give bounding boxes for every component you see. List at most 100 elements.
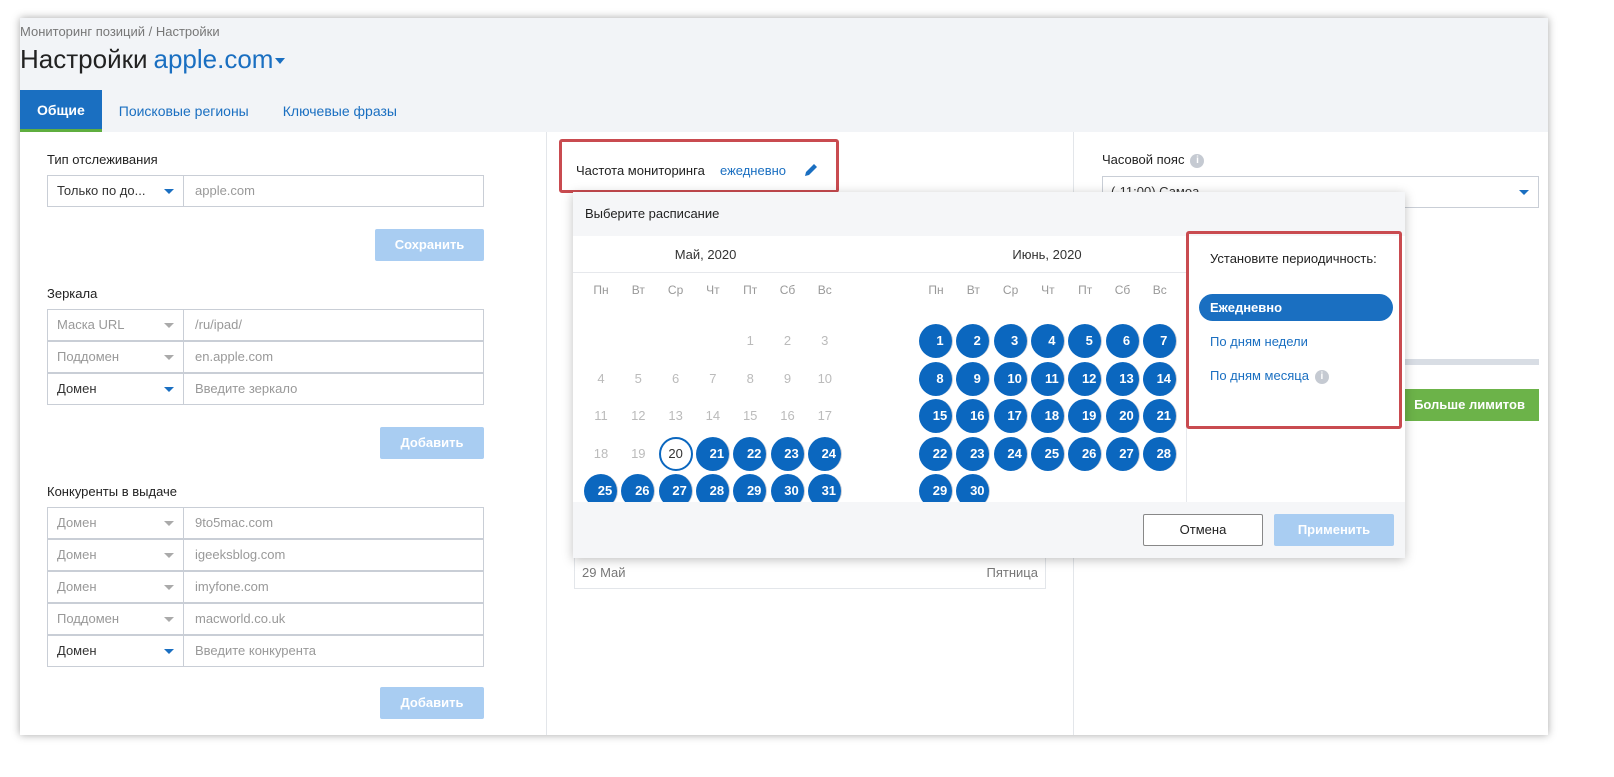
calendar-day[interactable]: 12 xyxy=(1068,361,1103,396)
calendar-day[interactable]: 21 xyxy=(695,436,730,471)
calendar-day[interactable]: 10 xyxy=(808,362,842,396)
calendar-day[interactable]: 22 xyxy=(733,436,768,471)
competitor-input[interactable]: macworld.co.uk xyxy=(184,604,483,634)
calendar-day[interactable]: 18 xyxy=(1030,399,1065,433)
calendar-day[interactable]: 14 xyxy=(696,399,730,433)
calendar-day[interactable]: 3 xyxy=(993,324,1028,358)
calendar-day[interactable]: 8 xyxy=(919,361,953,396)
add-mirror-button[interactable]: Добавить xyxy=(380,427,484,459)
calendar-day[interactable]: 27 xyxy=(1105,436,1140,471)
competitor-type-select[interactable]: Домен xyxy=(48,572,184,602)
competitor-input[interactable]: igeeksblog.com xyxy=(184,540,483,570)
competitor-type-select[interactable]: Поддомен xyxy=(48,604,184,634)
calendar-day[interactable]: 26 xyxy=(1068,436,1103,471)
competitor-type-select[interactable]: Домен xyxy=(48,540,184,570)
info-icon[interactable]: i xyxy=(1314,369,1329,384)
tab-general[interactable]: Общие xyxy=(20,90,102,132)
competitor-input[interactable]: 9to5mac.com xyxy=(184,508,483,538)
weekday-label: Вс xyxy=(1152,283,1167,297)
competitors-label: Конкуренты в выдаче xyxy=(47,484,178,499)
calendar-day[interactable]: 16 xyxy=(771,399,805,433)
frequency-value[interactable]: ежедневно xyxy=(720,163,786,178)
chevron-down-icon xyxy=(164,189,174,194)
calendar-day[interactable]: 4 xyxy=(1030,324,1065,358)
calendar-day[interactable]: 3 xyxy=(808,324,842,358)
calendar-day[interactable]: 5 xyxy=(1068,324,1103,358)
calendar-day[interactable]: 15 xyxy=(919,399,953,433)
calendar-day[interactable]: 22 xyxy=(919,436,953,471)
pencil-icon[interactable] xyxy=(803,162,819,178)
domain-switcher[interactable]: apple.com xyxy=(154,44,274,74)
calendar-day[interactable]: 20 xyxy=(658,436,693,471)
calendar-day[interactable]: 18 xyxy=(584,437,618,471)
calendar-day[interactable]: 4 xyxy=(584,362,618,396)
calendar-day[interactable]: 7 xyxy=(696,362,730,396)
calendar-day[interactable]: 6 xyxy=(659,362,693,396)
add-competitor-button[interactable]: Добавить xyxy=(380,687,484,719)
competitor-row: Поддомен macworld.co.uk xyxy=(47,603,484,635)
calendar-day[interactable]: 12 xyxy=(621,399,655,433)
calendar-day[interactable]: 13 xyxy=(659,399,693,433)
chevron-down-icon xyxy=(164,323,174,328)
calendar-day[interactable]: 1 xyxy=(919,324,953,358)
mirror-type-select[interactable]: Поддомен xyxy=(48,342,184,372)
calendar-day[interactable]: 17 xyxy=(808,399,842,433)
preview-date: 29 Май xyxy=(582,565,626,580)
competitor-input[interactable]: Введите конкурента xyxy=(184,636,483,666)
calendar-day[interactable]: 13 xyxy=(1105,361,1140,396)
calendar-day[interactable]: 24 xyxy=(807,436,842,471)
calendar-day[interactable]: 19 xyxy=(621,437,655,471)
calendar-day[interactable]: 2 xyxy=(956,324,991,358)
calendar-day[interactable]: 14 xyxy=(1142,361,1177,396)
calendar-day[interactable]: 21 xyxy=(1142,399,1177,433)
calendar-day[interactable]: 24 xyxy=(993,436,1028,471)
mirror-type-select[interactable]: Маска URL xyxy=(48,310,184,340)
period-option-weekdays[interactable]: По дням недели xyxy=(1199,328,1393,355)
calendar-day[interactable]: 20 xyxy=(1105,399,1140,433)
calendar-day[interactable]: 19 xyxy=(1068,399,1103,433)
competitor-type-select[interactable]: Домен xyxy=(48,508,184,538)
tab-search-regions[interactable]: Поисковые регионы xyxy=(102,90,266,132)
calendar-day[interactable]: 7 xyxy=(1142,324,1177,358)
weekday-label: Пт xyxy=(1078,283,1093,297)
calendar-day[interactable]: 10 xyxy=(993,361,1028,396)
more-limits-button[interactable]: Больше лимитов xyxy=(1400,389,1539,421)
calendar-day[interactable]: 28 xyxy=(1142,436,1177,471)
competitor-input[interactable]: imyfone.com xyxy=(184,572,483,602)
period-option-monthdays[interactable]: По дням месяца i xyxy=(1199,362,1393,389)
breadcrumb[interactable]: Мониторинг позиций / Настройки xyxy=(20,24,220,39)
mirror-input[interactable]: en.apple.com xyxy=(184,342,483,372)
calendar-day[interactable]: 8 xyxy=(733,362,767,396)
calendar-day[interactable]: 17 xyxy=(993,399,1028,433)
calendar-day[interactable]: 15 xyxy=(733,399,767,433)
tracking-type-select[interactable]: Только по до... xyxy=(48,176,184,206)
calendar-day[interactable]: 25 xyxy=(1030,436,1065,471)
calendar-day[interactable]: 9 xyxy=(771,362,805,396)
calendar-day[interactable]: 5 xyxy=(621,362,655,396)
mirror-type-select[interactable]: Домен xyxy=(48,374,184,404)
chevron-down-icon xyxy=(164,553,174,558)
calendar-day[interactable]: 1 xyxy=(733,324,767,358)
tab-keywords[interactable]: Ключевые фразы xyxy=(266,90,414,132)
save-button[interactable]: Сохранить xyxy=(375,229,484,261)
calendar-day[interactable]: 9 xyxy=(956,361,991,396)
calendar-day[interactable]: 16 xyxy=(956,399,991,433)
tracking-domain-input[interactable]: apple.com xyxy=(184,176,483,206)
apply-button[interactable]: Применить xyxy=(1274,514,1394,546)
mirror-input[interactable]: /ru/ipad/ xyxy=(184,310,483,340)
calendar-day[interactable]: 11 xyxy=(1030,361,1065,396)
competitor-type-select[interactable]: Домен xyxy=(48,636,184,666)
calendar-day[interactable]: 11 xyxy=(584,399,618,433)
calendar-day[interactable]: 23 xyxy=(956,436,991,471)
mirror-input[interactable]: Введите зеркало xyxy=(184,374,483,404)
chevron-down-icon[interactable] xyxy=(275,58,286,65)
calendar-day[interactable]: 2 xyxy=(771,324,805,358)
calendar-day[interactable]: 6 xyxy=(1105,324,1140,358)
calendar-june: Июнь, 2020 Пн Вт Ср Чт Пт Сб Вс 1 2 3 4 5 6 7 8 9 10 11 12… xyxy=(908,236,1186,508)
calendar-day[interactable]: 23 xyxy=(770,436,805,471)
competitor-type-value: Поддомен xyxy=(57,611,120,626)
info-icon[interactable]: i xyxy=(1190,153,1205,168)
cancel-button[interactable]: Отмена xyxy=(1143,514,1263,546)
period-option-daily[interactable]: Ежедневно xyxy=(1199,294,1393,321)
chevron-down-icon xyxy=(164,355,174,360)
